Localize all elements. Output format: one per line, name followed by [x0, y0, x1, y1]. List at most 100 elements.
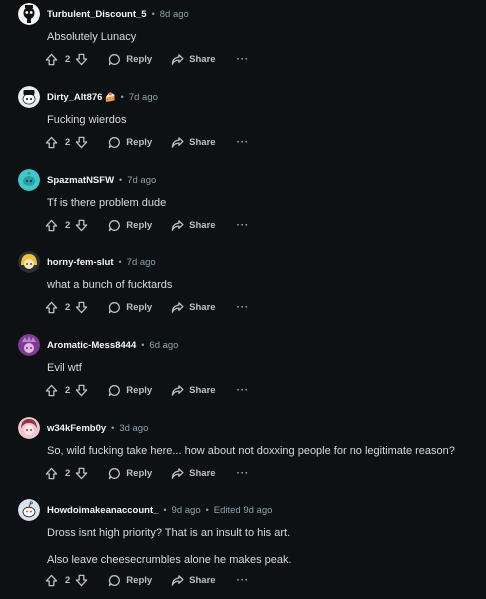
avatar-snoo-black-hat[interactable] [18, 86, 40, 108]
comment-username[interactable]: horny-fem-slut [47, 257, 114, 268]
share-button[interactable]: Share [171, 467, 216, 480]
vote-count: 2 [65, 219, 71, 231]
vote-count: 2 [65, 301, 71, 313]
comment-text: Dross isnt high priority? That is an ins… [47, 527, 291, 539]
upvote-button[interactable] [45, 467, 58, 480]
upvote-button[interactable] [45, 219, 58, 232]
share-arrow-icon [171, 467, 184, 479]
avatar-blonde[interactable] [18, 251, 40, 273]
share-button[interactable]: Share [171, 384, 216, 397]
comment-age[interactable]: 7d ago [129, 92, 158, 103]
comment-actions: 2 Reply Share ··· [45, 133, 249, 151]
reply-button[interactable]: Reply [108, 384, 152, 397]
share-button[interactable]: Share [171, 301, 216, 314]
comment-age[interactable]: 9d ago [172, 505, 201, 516]
comment-header: horny-fem-slut • 7d ago [18, 250, 156, 274]
comment-bubble-icon [109, 136, 121, 148]
more-options-button[interactable]: ··· [237, 468, 250, 479]
share-label: Share [189, 136, 216, 148]
avatar-skull-black[interactable] [18, 3, 40, 25]
comment-username[interactable]: Howdoimakeanaccount_ [47, 505, 158, 516]
share-button[interactable]: Share [171, 219, 216, 232]
reply-label: Reply [126, 301, 153, 313]
comment-text: Fucking wierdos [47, 114, 127, 126]
separator-dot: • [120, 92, 124, 102]
more-options-button[interactable]: ··· [237, 385, 250, 396]
more-options-button[interactable]: ··· [237, 575, 250, 586]
comment-bubble-icon [109, 219, 121, 231]
vote-count: 2 [65, 53, 71, 65]
comment-actions: 2 Reply Share ··· [45, 381, 249, 399]
downvote-button[interactable] [75, 467, 88, 480]
upvote-arrow-icon [45, 301, 58, 313]
upvote-button[interactable] [45, 136, 58, 149]
separator-dot: • [111, 423, 115, 433]
comment-age[interactable]: 6d ago [149, 340, 178, 351]
comment-actions: 2 Reply Share ··· [45, 216, 249, 234]
comment-username[interactable]: Dirty_Alt876 [47, 92, 102, 103]
comment-username[interactable]: Turbulent_Discount_5 [47, 9, 147, 20]
comment-bubble-icon [109, 53, 121, 65]
upvote-button[interactable] [45, 574, 58, 587]
more-options-button[interactable]: ··· [237, 54, 250, 65]
downvote-button[interactable] [75, 574, 88, 587]
comment-age[interactable]: 3d ago [119, 423, 148, 434]
upvote-button[interactable] [45, 53, 58, 66]
upvote-arrow-icon [45, 136, 58, 148]
downvote-button[interactable] [75, 301, 88, 314]
avatar-snoo-default[interactable] [18, 499, 40, 521]
avatar-purple[interactable] [18, 334, 40, 356]
vote-count: 2 [65, 574, 71, 586]
share-arrow-icon [171, 574, 184, 586]
share-label: Share [189, 384, 216, 396]
share-label: Share [189, 53, 216, 65]
share-button[interactable]: Share [171, 574, 216, 587]
reply-button[interactable]: Reply [108, 219, 152, 232]
comment-header: Turbulent_Discount_5 • 8d ago [18, 2, 189, 26]
downvote-button[interactable] [75, 219, 88, 232]
reply-button[interactable]: Reply [108, 467, 152, 480]
comment-bubble-icon [109, 574, 121, 586]
comment-age[interactable]: 8d ago [160, 9, 189, 20]
share-arrow-icon [171, 53, 184, 65]
share-arrow-icon [171, 136, 184, 148]
reply-button[interactable]: Reply [108, 301, 152, 314]
more-options-button[interactable]: ··· [237, 220, 250, 231]
downvote-arrow-icon [76, 574, 88, 586]
comment-text: Also leave cheesecrumbles alone he makes… [47, 554, 292, 566]
upvote-arrow-icon [45, 53, 58, 65]
downvote-button[interactable] [75, 136, 88, 149]
avatar-pink[interactable] [18, 417, 40, 439]
upvote-button[interactable] [45, 301, 58, 314]
more-options-button[interactable]: ··· [237, 302, 250, 313]
downvote-button[interactable] [75, 384, 88, 397]
separator-dot: • [205, 505, 209, 515]
comment-header: Dirty_Alt876 🍰 • 7d ago [18, 85, 158, 109]
comment-username[interactable]: Aromatic-Mess8444 [47, 340, 136, 351]
comment-username[interactable]: w34kFemb0y [47, 423, 106, 434]
share-label: Share [189, 574, 216, 586]
comment-text: So, wild fucking take here... how about … [47, 445, 455, 457]
comment-age[interactable]: 7d ago [127, 175, 156, 186]
reply-label: Reply [126, 467, 153, 479]
cake-day-icon: 🍰 [104, 91, 116, 102]
separator-dot: • [119, 175, 123, 185]
reply-label: Reply [126, 53, 153, 65]
avatar-snoo-teal[interactable] [18, 169, 40, 191]
edited-label: Edited 9d ago [213, 504, 273, 516]
downvote-arrow-icon [76, 384, 88, 396]
more-options-button[interactable]: ··· [237, 137, 250, 148]
comment-username[interactable]: SpazmatNSFW [47, 175, 114, 186]
reply-label: Reply [126, 136, 153, 148]
share-button[interactable]: Share [171, 53, 216, 66]
reply-button[interactable]: Reply [108, 574, 152, 587]
reply-button[interactable]: Reply [108, 136, 152, 149]
downvote-arrow-icon [76, 53, 88, 65]
share-button[interactable]: Share [171, 136, 216, 149]
reply-button[interactable]: Reply [108, 53, 152, 66]
upvote-button[interactable] [45, 384, 58, 397]
comment-age[interactable]: 7d ago [127, 257, 156, 268]
downvote-button[interactable] [75, 53, 88, 66]
vote-count: 2 [65, 467, 71, 479]
comment-actions: 2 Reply Share ··· [45, 298, 249, 316]
